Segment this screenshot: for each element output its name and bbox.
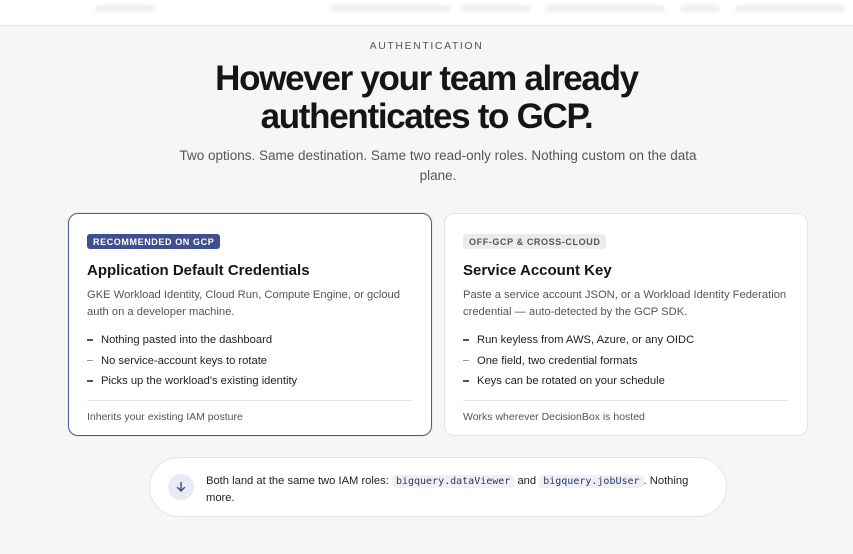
service-account-key-option-card[interactable]: OFF-GCP & CROSS-CLOUD Service Account Ke… — [444, 213, 808, 436]
dash-icon — [463, 380, 469, 382]
feature-list: Run keyless from AWS, Azure, or any OIDC… — [463, 333, 789, 388]
arrow-down-icon — [168, 474, 194, 500]
nav-placeholder — [460, 5, 530, 12]
section-eyebrow: AUTHENTICATION — [369, 40, 484, 52]
list-item: No service-account keys to rotate — [87, 354, 413, 368]
list-item-label: Picks up the workload's existing identit… — [101, 375, 298, 387]
section-title: However your team already authenticates … — [0, 60, 853, 136]
list-item-label: Run keyless from AWS, Azure, or any OIDC — [477, 334, 695, 346]
recommended-badge: RECOMMENDED ON GCP — [87, 234, 221, 249]
note-text-and: and — [517, 475, 537, 487]
nav-placeholder — [95, 5, 155, 12]
card-description: GKE Workload Identity, Cloud Run, Comput… — [87, 289, 401, 318]
adc-option-card[interactable]: RECOMMENDED ON GCP Application Default C… — [68, 213, 432, 436]
list-item: One field, two credential formats — [463, 354, 789, 368]
nav-placeholder — [330, 5, 450, 12]
iam-roles-note: Both land at the same two IAM roles: big… — [149, 457, 727, 517]
card-title: Service Account Key — [463, 262, 612, 279]
card-footer: Works wherever DecisionBox is hosted — [463, 411, 645, 423]
divider — [463, 400, 789, 401]
list-item: Picks up the workload's existing identit… — [87, 374, 413, 388]
divider — [87, 400, 413, 401]
top-nav-bar — [0, 0, 853, 26]
card-description: Paste a service account JSON, or a Workl… — [463, 289, 787, 318]
list-item-label: One field, two credential formats — [477, 354, 638, 367]
list-item-label: No service-account keys to rotate — [101, 354, 268, 367]
card-title: Application Default Credentials — [87, 262, 310, 279]
list-item: Keys can be rotated on your schedule — [463, 374, 789, 388]
title-line-1: However your team already — [215, 59, 639, 98]
dash-icon — [87, 359, 93, 361]
nav-placeholder — [735, 5, 845, 12]
role-bigquery-dataviewer: bigquery.dataViewer — [391, 475, 515, 488]
dash-icon — [87, 380, 93, 382]
title-line-2: authenticates to GCP. — [260, 97, 594, 136]
list-item-label: Keys can be rotated on your schedule — [477, 375, 665, 387]
note-text-before: Both land at the same two IAM roles: — [206, 475, 389, 487]
feature-list: Nothing pasted into the dashboard No ser… — [87, 333, 413, 388]
list-item: Nothing pasted into the dashboard — [87, 333, 413, 347]
dash-icon — [463, 359, 469, 361]
dash-icon — [463, 339, 469, 341]
list-item: Run keyless from AWS, Azure, or any OIDC — [463, 333, 789, 347]
note-text: Both land at the same two IAM roles: big… — [206, 473, 708, 506]
nav-placeholder — [680, 5, 720, 12]
nav-placeholder — [545, 5, 665, 12]
dash-icon — [87, 339, 93, 341]
list-item-label: Nothing pasted into the dashboard — [101, 334, 273, 346]
role-bigquery-jobuser: bigquery.jobUser — [539, 475, 644, 488]
card-footer: Inherits your existing IAM posture — [87, 411, 243, 423]
section-subtitle: Two options. Same destination. Same two … — [179, 148, 697, 183]
cross-cloud-badge: OFF-GCP & CROSS-CLOUD — [463, 234, 607, 249]
